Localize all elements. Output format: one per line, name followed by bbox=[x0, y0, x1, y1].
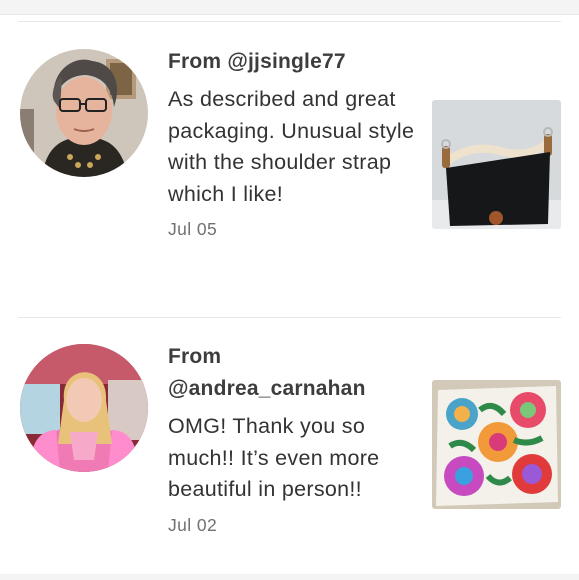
reviewer-avatar[interactable] bbox=[20, 344, 148, 472]
review-text: From @jjsingle77 As described and great … bbox=[168, 46, 418, 240]
review-date: Jul 05 bbox=[168, 219, 218, 239]
review-comment: As described and great packaging. Unusua… bbox=[168, 87, 415, 206]
product-thumbnail[interactable] bbox=[432, 100, 561, 229]
scarf-photo-icon bbox=[432, 380, 561, 509]
divider bbox=[18, 21, 561, 22]
review-author[interactable]: From @jjsingle77 bbox=[168, 46, 418, 78]
avatar-photo-icon bbox=[20, 49, 148, 177]
review-text: From @andrea_carnahan OMG! Thank you so … bbox=[168, 341, 418, 536]
review-author[interactable]: From @andrea_carnahan bbox=[168, 341, 418, 405]
review-date: Jul 02 bbox=[168, 514, 218, 535]
bottom-edge bbox=[0, 574, 579, 580]
top-bar bbox=[0, 0, 579, 15]
review-comment: OMG! Thank you so much!! It’s even more … bbox=[168, 414, 380, 501]
reviewer-avatar[interactable] bbox=[20, 49, 148, 177]
reviews-screen: From @jjsingle77 As described and great … bbox=[0, 0, 579, 580]
product-thumbnail[interactable] bbox=[432, 380, 561, 509]
bag-photo-icon bbox=[432, 100, 561, 229]
avatar-photo-icon bbox=[20, 344, 148, 472]
divider bbox=[18, 317, 561, 318]
